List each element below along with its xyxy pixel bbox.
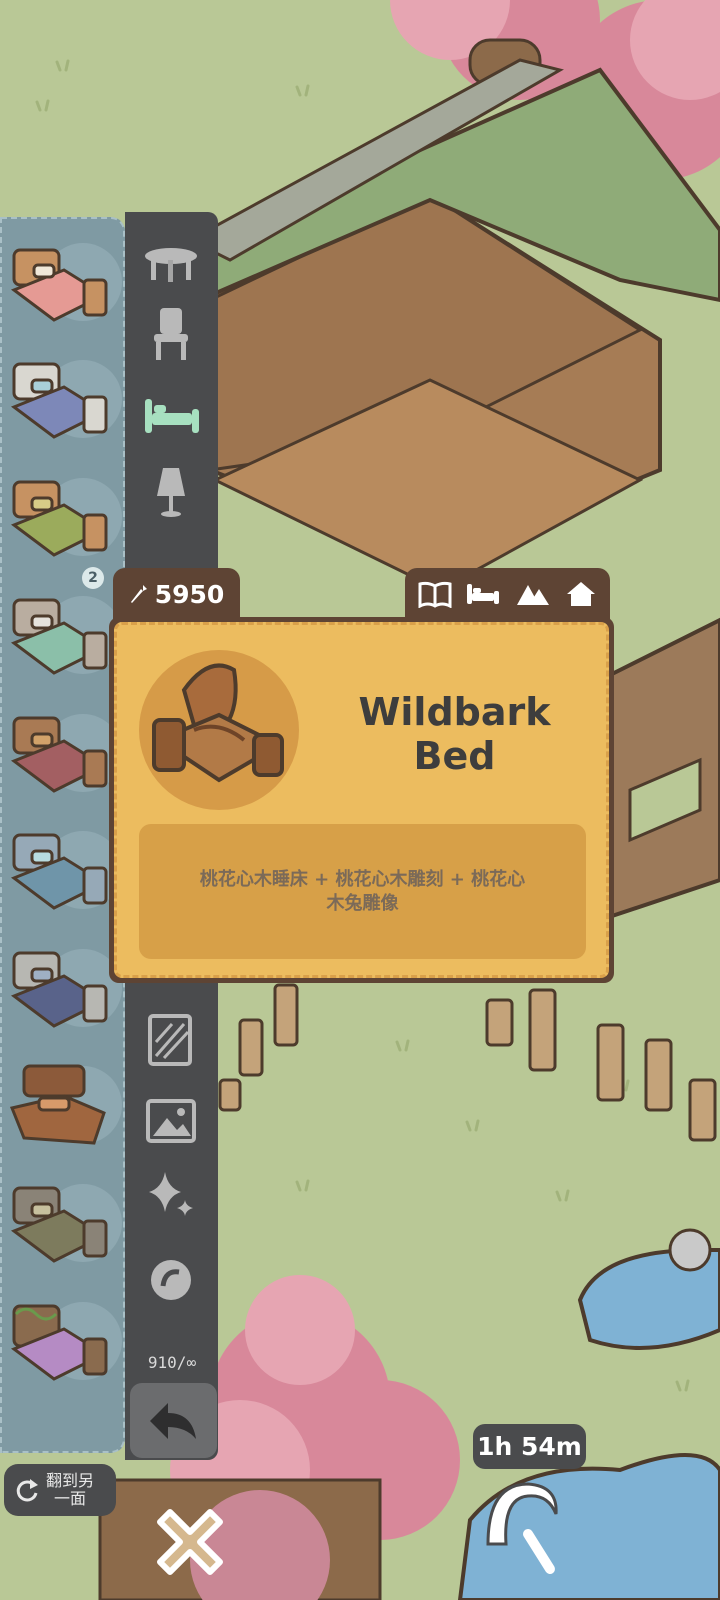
list-item[interactable] bbox=[4, 1294, 122, 1394]
maroon-bed-icon bbox=[10, 716, 108, 793]
list-item[interactable] bbox=[4, 470, 122, 570]
back-button[interactable] bbox=[130, 1383, 217, 1458]
category-beds[interactable] bbox=[143, 387, 199, 443]
sickle-icon bbox=[486, 1482, 558, 1574]
boat-bed-icon bbox=[9, 1064, 106, 1145]
storage-capacity: 910/∞ bbox=[147, 1353, 197, 1372]
list-item[interactable] bbox=[4, 1058, 122, 1158]
rotate-icon bbox=[16, 1479, 38, 1502]
wildbark-bed-icon bbox=[152, 663, 284, 783]
chair-icon bbox=[154, 308, 188, 360]
green-bed-icon bbox=[10, 480, 108, 557]
list-item[interactable] bbox=[4, 706, 122, 806]
list-item[interactable] bbox=[4, 941, 122, 1041]
flip-label-line2: 一面 bbox=[54, 1489, 87, 1508]
category-effects[interactable] bbox=[143, 1166, 199, 1222]
list-item[interactable] bbox=[4, 1176, 122, 1276]
sickle-button[interactable] bbox=[478, 1474, 568, 1584]
special-icon bbox=[151, 1260, 191, 1300]
close-icon bbox=[157, 1509, 223, 1575]
category-pictures[interactable] bbox=[143, 1093, 199, 1149]
close-button[interactable] bbox=[148, 1500, 232, 1584]
pink-bed-icon bbox=[10, 248, 108, 322]
price-tag: 5950 bbox=[113, 568, 240, 620]
item-tags bbox=[405, 568, 610, 620]
item-description: 桃花心木睡床 + 桃花心木雕刻 + 桃花心木兔雕像 bbox=[139, 824, 586, 959]
category-lamps[interactable] bbox=[143, 464, 199, 520]
list-item[interactable] bbox=[4, 823, 122, 923]
blue-bed-icon bbox=[10, 362, 108, 439]
flip-button[interactable]: 翻到另 一面 bbox=[4, 1464, 116, 1516]
category-chairs[interactable] bbox=[143, 306, 199, 362]
home-icon bbox=[566, 582, 595, 606]
list-item[interactable] bbox=[4, 235, 122, 335]
flip-label-line1: 翻到另 bbox=[46, 1471, 95, 1490]
price-value: 5950 bbox=[154, 579, 225, 609]
item-detail-card[interactable]: Wildbark Bed 桃花心木睡床 + 桃花心木雕刻 + 桃花心木兔雕像 bbox=[109, 617, 614, 983]
item-name: Wildbark Bed bbox=[358, 690, 551, 778]
lamp-icon bbox=[157, 468, 185, 517]
mountain-icon bbox=[516, 585, 549, 605]
picture-icon bbox=[146, 1099, 196, 1143]
navy-bed-icon bbox=[10, 951, 108, 1028]
wallpaper-icon bbox=[148, 1014, 192, 1066]
category-tables[interactable] bbox=[143, 236, 199, 292]
carrot-icon bbox=[130, 585, 147, 603]
category-special[interactable] bbox=[143, 1252, 199, 1308]
new-count-badge: 2 bbox=[82, 567, 104, 589]
item-detail-panel: Wildbark Bed 桃花心木睡床 + 桃花心木雕刻 + 桃花心木兔雕像 bbox=[114, 622, 609, 978]
table-icon bbox=[145, 248, 197, 282]
bed-icon bbox=[145, 399, 199, 433]
harvest-timer: 1h 54m bbox=[473, 1424, 586, 1469]
list-item[interactable] bbox=[4, 588, 122, 688]
vine-bed-icon bbox=[10, 1304, 108, 1381]
list-item[interactable] bbox=[4, 352, 122, 452]
item-portrait bbox=[139, 650, 299, 810]
olive-bed-icon bbox=[10, 1186, 108, 1263]
flip-label: 翻到另 一面 bbox=[46, 1472, 94, 1508]
bed-tag-icon bbox=[467, 584, 500, 604]
category-wallpaper[interactable] bbox=[143, 1012, 199, 1068]
striped-bed-icon bbox=[10, 833, 108, 910]
mint-bed-icon bbox=[10, 598, 108, 675]
book-icon bbox=[418, 581, 452, 608]
sparkle-icon bbox=[149, 1172, 193, 1216]
back-arrow-icon bbox=[149, 1402, 196, 1439]
